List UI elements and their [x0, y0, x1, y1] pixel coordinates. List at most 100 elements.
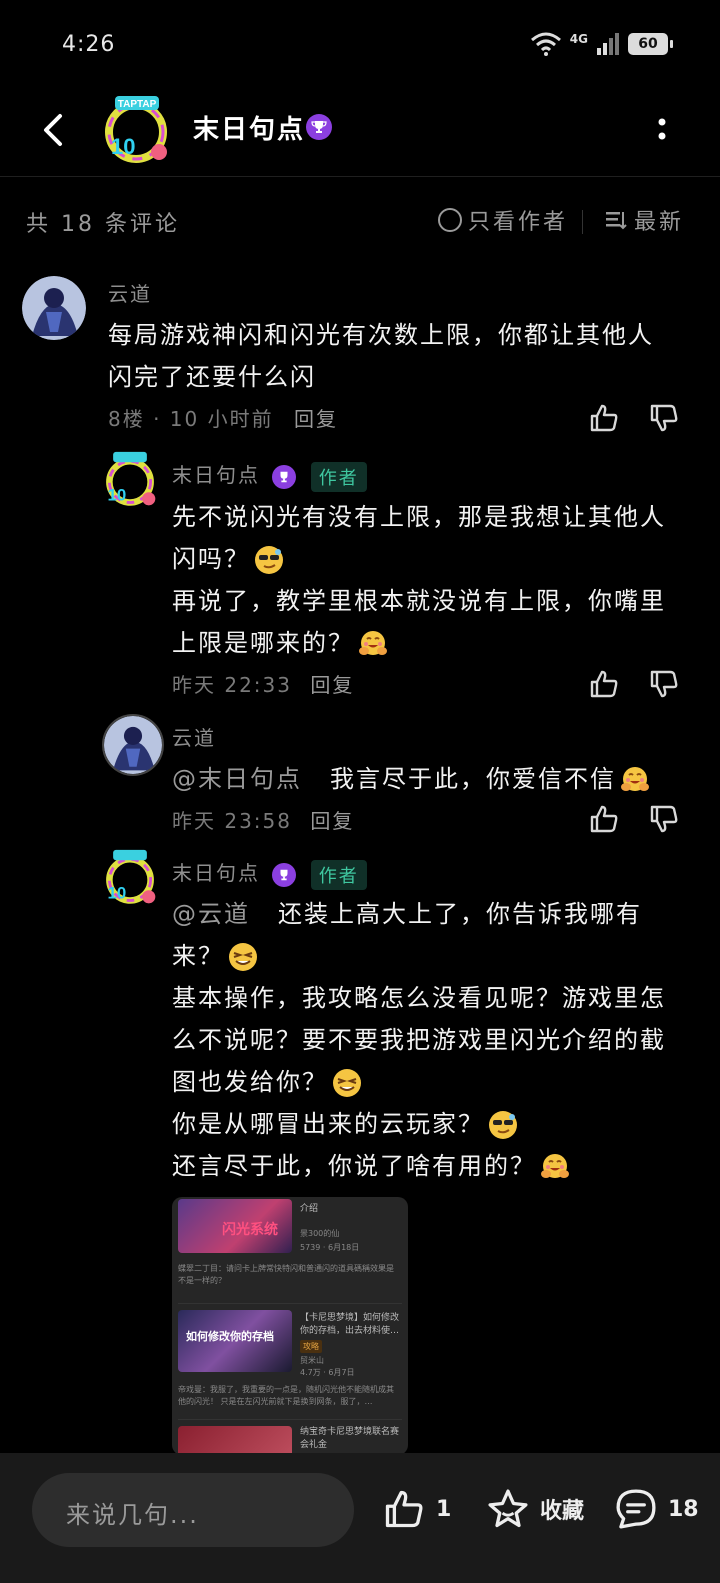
sort-list-icon [606, 212, 627, 230]
chat-bubble-icon [616, 1489, 656, 1529]
reply-text: 先不说闪光有没有上限，那是我想让其他人闪吗？ 再说了，教学里根本就没说有上限，你… [172, 496, 678, 664]
post-stats: 4.7万 · 6月7日 [300, 1368, 355, 1377]
author-only-toggle[interactable]: 只看作者 [438, 204, 568, 236]
user-avatar[interactable]: TAPTAP 10 [97, 94, 175, 168]
thumbnail-text: 如何修改你的存档 [186, 1330, 274, 1343]
reply-meta: 昨天 22:33 回复 [172, 669, 354, 698]
reply-line: 基本操作，我攻略怎么没看见呢？游戏里怎么不说呢？要不要我把游戏里闪光介绍的截图也… [172, 984, 666, 1096]
thumbnail-text: 闪光系统 [222, 1222, 278, 1238]
comments-count: 18 [668, 1496, 699, 1522]
squint-emoji-icon [332, 1068, 362, 1098]
replier-avatar[interactable] [100, 848, 160, 908]
post-tag: 攻略 [300, 1340, 322, 1353]
like-count: 1 [436, 1496, 452, 1522]
mention-link[interactable]: @末日句点 [172, 765, 302, 793]
reply-line: 你是从哪冒出来的云玩家？ [172, 1110, 484, 1138]
like-icon[interactable] [588, 402, 620, 434]
screenshot-thumbnail: 如何修改你的存档 [178, 1310, 292, 1372]
mention-link[interactable]: @云道 [172, 900, 250, 928]
hug-emoji-icon [620, 765, 650, 795]
bottom-action-bar: 来说几句... 1 收藏 18 [0, 1453, 720, 1583]
reply-text: @云道 还装上高大上了，你告诉我哪有来？ 基本操作，我攻略怎么没看见呢？游戏里怎么… [172, 893, 678, 1187]
reply-button[interactable]: 回复 [294, 407, 338, 431]
wifi-icon [530, 32, 561, 56]
reply-line: 我言尽于此，你爱信不信 [330, 765, 616, 793]
post-title: 介绍 [300, 1204, 319, 1214]
screenshot-row: 闪光系统 介绍 景300的仙 5739 · 6月18日 蝶翠二丁目：请问卡上牌常… [178, 1199, 402, 1299]
author-tag: 作者 [310, 859, 367, 890]
commenter-name[interactable]: 云道 [108, 278, 152, 307]
replier-name[interactable]: 末日句点 [172, 463, 260, 487]
battery-level: 60 [638, 36, 658, 52]
screenshot-row: 如何修改你的存档 【卡尼思梦境】如何修改你的存档，出去材料使… 攻略 贸米山 4… [178, 1303, 402, 1414]
post-author: 景300的仙 [300, 1229, 340, 1238]
comments-toolbar: 共 18 条评论 只看作者 最新 [0, 190, 720, 250]
back-arrow-icon[interactable] [36, 110, 76, 150]
comment-input-placeholder: 来说几句... [66, 1501, 199, 1529]
reply-meta: 昨天 23:58 回复 [172, 805, 354, 834]
svg-text:10: 10 [111, 134, 135, 159]
reply-line: 先不说闪光有没有上限，那是我想让其他人闪吗？ [172, 503, 666, 573]
status-icons: 4G 60 [530, 32, 673, 56]
comment-input[interactable]: 来说几句... [32, 1473, 354, 1547]
reply-button[interactable]: 回复 [310, 809, 354, 833]
reply-time: 昨天 23:58 [172, 809, 292, 833]
post-stats: 5739 · 6月18日 [300, 1243, 360, 1252]
replier-name[interactable]: 云道 [172, 722, 216, 751]
comment-text: 每局游戏神闪和闪光有次数上限，你都让其他人闪完了还要什么闪 [108, 321, 654, 391]
radio-icon [438, 208, 462, 232]
svg-text:TAPTAP: TAPTAP [118, 99, 157, 110]
dislike-icon[interactable] [648, 402, 680, 434]
signal-icon [597, 33, 619, 55]
like-icon[interactable] [588, 668, 620, 700]
cool-emoji-icon [254, 545, 284, 575]
replier-name-row: 末日句点 作者 [172, 857, 367, 890]
post-comment: 蝶翠二丁目：请问卡上牌常快特闪和普通闪的道具碼稱效果是不是一样的？ [178, 1264, 394, 1285]
replier-name[interactable]: 末日句点 [172, 861, 260, 885]
star-icon [488, 1489, 528, 1528]
divider [582, 210, 583, 234]
trophy-badge-icon [272, 464, 297, 489]
trophy-badge-icon [272, 862, 297, 887]
reply-line: 再说了，教学里根本就没说有上限，你嘴里上限是哪来的？ [172, 587, 666, 657]
author-tag: 作者 [310, 461, 367, 492]
screenshot-thumbnail: 闪光系统 [178, 1199, 292, 1253]
comment-count: 共 18 条评论 [26, 212, 180, 237]
hug-emoji-icon [358, 629, 388, 659]
sort-button[interactable]: 最新 [604, 204, 684, 236]
comment-meta: 8楼 · 10 小时前 回复 [108, 403, 338, 432]
commenter-avatar[interactable] [22, 276, 86, 340]
hug-emoji-icon [540, 1152, 570, 1182]
screenshot-row: 纳宝奇卡尼思梦境联名赛会礼金 [178, 1419, 402, 1455]
reply-button[interactable]: 回复 [310, 673, 354, 697]
thumbs-up-icon [385, 1490, 423, 1528]
favorite-button[interactable]: 收藏 [486, 1487, 584, 1531]
sort-label: 最新 [634, 210, 685, 235]
reply-time: 昨天 22:33 [172, 673, 292, 697]
attached-screenshot[interactable]: 闪光系统 介绍 景300的仙 5739 · 6月18日 蝶翠二丁目：请问卡上牌常… [172, 1197, 408, 1455]
squint-emoji-icon [228, 942, 258, 972]
cool-emoji-icon [488, 1110, 518, 1140]
like-button[interactable]: 1 [382, 1487, 451, 1531]
like-icon[interactable] [588, 803, 620, 835]
comments-button[interactable]: 18 [614, 1487, 699, 1531]
status-time: 4:26 [62, 32, 116, 57]
comment-floor-time: 8楼 · 10 小时前 [108, 407, 274, 431]
author-only-label: 只看作者 [468, 210, 569, 235]
post-title: 纳宝奇卡尼思梦境联名赛会礼金 [300, 1427, 400, 1450]
dislike-icon[interactable] [648, 668, 680, 700]
page-title: 末日句点 [193, 115, 306, 145]
dislike-icon[interactable] [648, 803, 680, 835]
battery-indicator: 60 [628, 33, 673, 55]
status-bar: 4:26 4G 60 [0, 0, 720, 90]
replier-name-row: 末日句点 作者 [172, 459, 367, 492]
reply-line: 还言尽于此，你说了啥有用的？ [172, 1152, 536, 1180]
post-title: 【卡尼思梦境】如何修改你的存档，出去材料使… [300, 1313, 400, 1336]
more-options-icon[interactable] [650, 112, 674, 152]
reply-text: @末日句点 我言尽于此，你爱信不信 [172, 758, 678, 800]
trophy-badge-icon [306, 114, 332, 140]
replier-avatar[interactable] [102, 714, 164, 776]
replier-avatar[interactable] [100, 450, 160, 510]
post-comment: 帝戏曼：我服了，我重要的一点是，随机闪光他不能随机成其他的闪光！ 只是在左闪光前… [178, 1385, 394, 1406]
top-header: TAPTAP 10 末日句点 [0, 90, 720, 177]
